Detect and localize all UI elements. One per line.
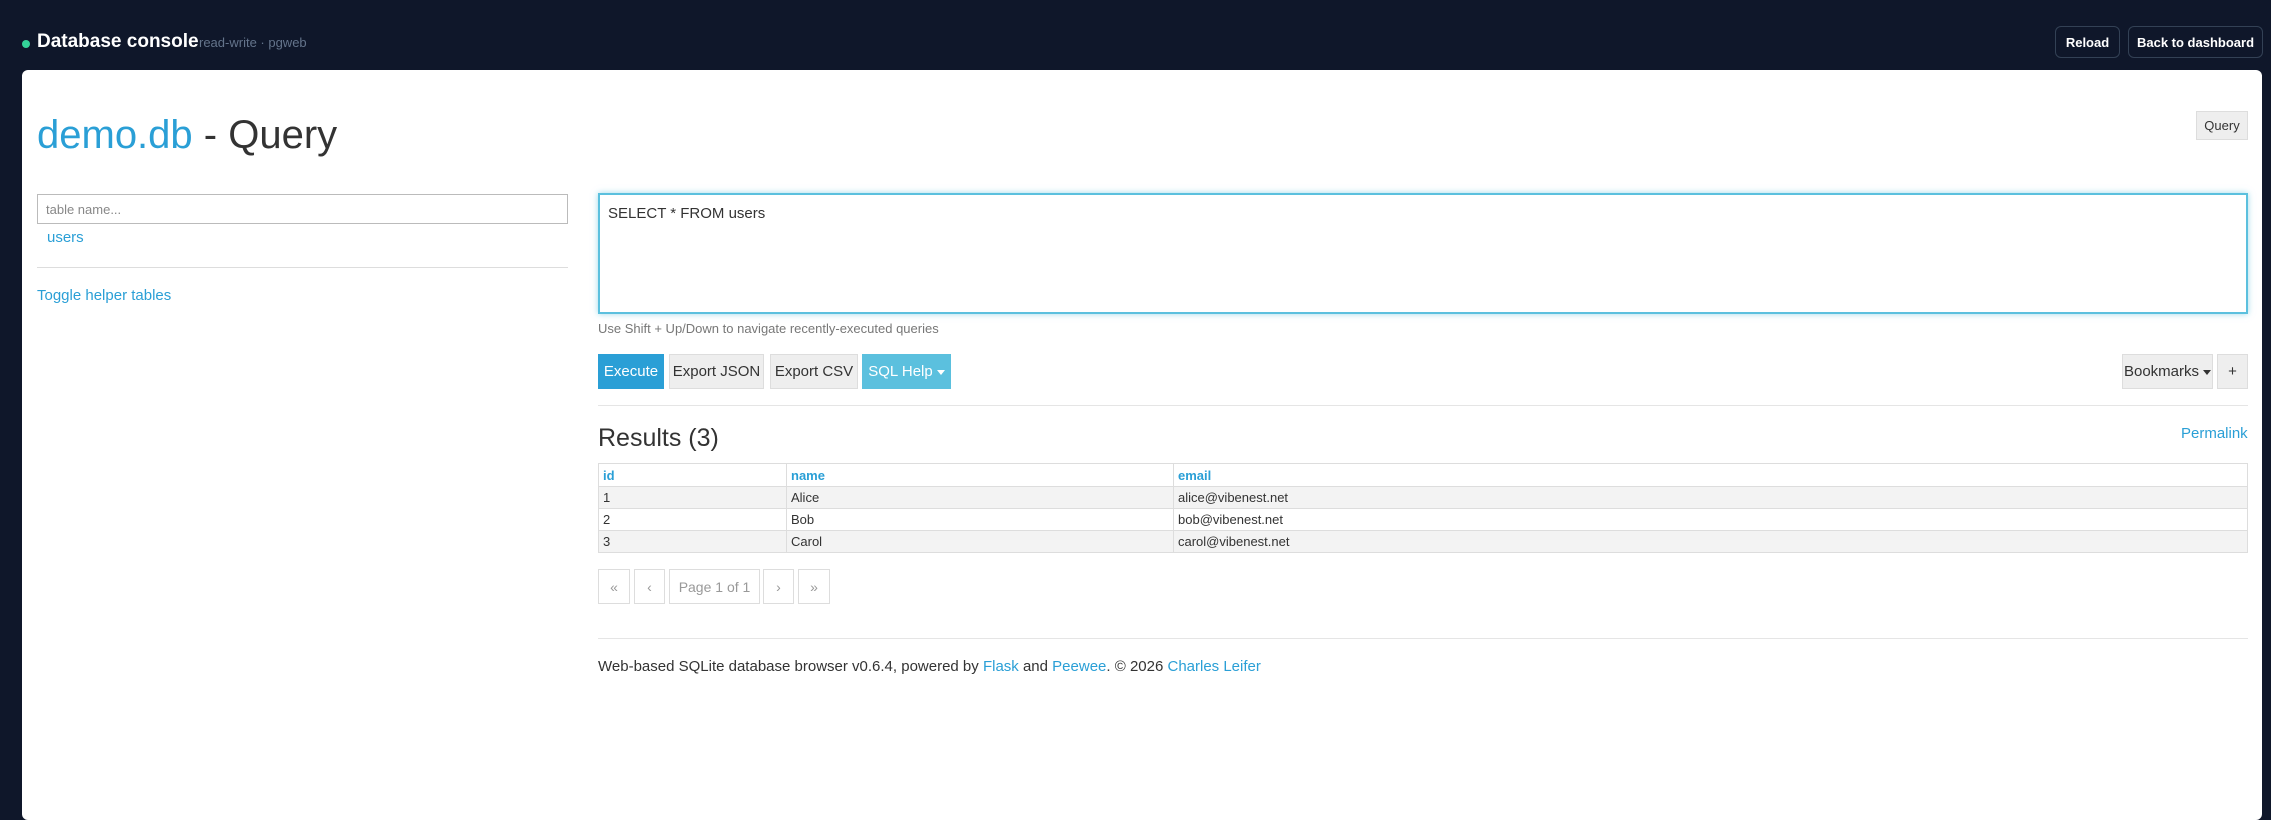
reload-button[interactable]: Reload	[2055, 26, 2120, 58]
author-link[interactable]: Charles Leifer	[1167, 658, 1260, 675]
sidebar-item-users[interactable]: users	[47, 229, 84, 246]
sql-query-input[interactable]: SELECT * FROM users	[598, 193, 2248, 314]
table-row: 1 Alice alice@vibenest.net	[598, 486, 2248, 509]
flask-link[interactable]: Flask	[983, 658, 1019, 675]
table-cell: bob@vibenest.net	[1173, 508, 2248, 531]
table-cell: 3	[598, 530, 787, 553]
permalink-link[interactable]: Permalink	[2181, 425, 2248, 442]
export-json-button[interactable]: Export JSON	[669, 354, 764, 389]
query-hint: Use Shift + Up/Down to navigate recently…	[598, 321, 939, 336]
previous-page-button[interactable]: ‹	[634, 569, 665, 604]
footer-and: and	[1018, 658, 1053, 675]
footer-text: Web-based SQLite database browser v0.6.4…	[598, 658, 983, 675]
results-table: id name email 1 Alice alice@vibenest.net…	[598, 463, 2248, 553]
first-page-button[interactable]: «	[598, 569, 630, 604]
page-title: demo.db - Query	[37, 110, 337, 160]
sql-help-dropdown[interactable]: SQL Help	[862, 354, 951, 389]
peewee-link[interactable]: Peewee	[1052, 658, 1106, 675]
table-cell: 1	[598, 486, 787, 509]
column-header-id[interactable]: id	[598, 463, 787, 487]
footer: Web-based SQLite database browser v0.6.4…	[598, 658, 1261, 675]
sql-help-label: SQL Help	[868, 363, 933, 380]
table-cell: Alice	[786, 486, 1174, 509]
column-header-email[interactable]: email	[1173, 463, 2248, 487]
page-indicator: Page 1 of 1	[669, 569, 760, 604]
tab-query[interactable]: Query	[2196, 111, 2248, 140]
column-header-name[interactable]: name	[786, 463, 1174, 487]
app-title: Database console	[37, 31, 199, 52]
chevron-down-icon	[2203, 370, 2212, 375]
export-csv-button[interactable]: Export CSV	[770, 354, 858, 389]
chevron-down-icon	[936, 370, 945, 375]
status-dot-icon	[22, 40, 30, 48]
connection-subtitle: read-write · pgweb	[199, 35, 307, 50]
last-page-button[interactable]: »	[798, 569, 830, 604]
table-cell: Carol	[786, 530, 1174, 553]
table-cell: carol@vibenest.net	[1173, 530, 2248, 553]
table-row: 2 Bob bob@vibenest.net	[598, 508, 2248, 531]
main-panel	[22, 70, 2262, 820]
add-bookmark-button[interactable]: +	[2217, 354, 2248, 389]
results-divider	[598, 405, 2248, 406]
top-bar: Database console read-write · pgweb Relo…	[0, 0, 2271, 70]
execute-button[interactable]: Execute	[598, 354, 664, 389]
db-name-link[interactable]: demo.db	[37, 113, 193, 157]
sidebar-divider	[37, 267, 568, 268]
table-row: 3 Carol carol@vibenest.net	[598, 530, 2248, 553]
bookmarks-dropdown[interactable]: Bookmarks	[2122, 354, 2213, 389]
table-cell: alice@vibenest.net	[1173, 486, 2248, 509]
page-title-suffix: - Query	[192, 113, 338, 157]
table-filter-input[interactable]	[37, 194, 568, 224]
results-title: Results (3)	[598, 424, 719, 452]
table-header-row: id name email	[598, 463, 2248, 487]
next-page-button[interactable]: ›	[763, 569, 794, 604]
footer-copyright: . © 2026	[1106, 658, 1168, 675]
table-cell: Bob	[786, 508, 1174, 531]
bookmarks-label: Bookmarks	[2123, 363, 2200, 380]
table-cell: 2	[598, 508, 787, 531]
footer-divider	[598, 638, 2248, 639]
back-to-dashboard-button[interactable]: Back to dashboard	[2128, 26, 2263, 58]
toggle-helper-tables-link[interactable]: Toggle helper tables	[37, 287, 171, 304]
